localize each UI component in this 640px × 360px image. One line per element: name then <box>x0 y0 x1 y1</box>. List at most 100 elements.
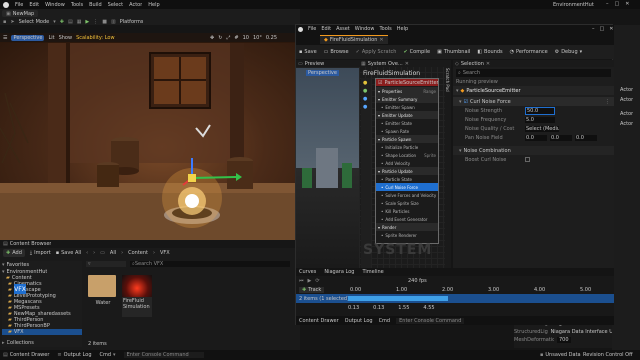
stack-row[interactable]: ▾ Properties Range <box>376 87 438 95</box>
add-button[interactable]: ✚ Add <box>3 249 25 257</box>
noise-quality-dropdown[interactable]: Select (Medium) <box>525 125 559 132</box>
save-all-button[interactable]: ▪ Save All <box>56 250 81 256</box>
thumbnail-button[interactable]: ▣ Thumbnail <box>437 49 470 55</box>
debug-button[interactable]: ⚙ Debug ▾ <box>555 49 582 55</box>
stack-row[interactable]: • Emitter Spawn <box>376 103 438 111</box>
viewport-perspective-button[interactable]: Perspective <box>11 34 45 41</box>
apply-scratch-button[interactable]: ✓ Apply Scratch <box>356 49 397 55</box>
niagara-save-button[interactable]: ▪ Save <box>299 49 317 55</box>
niagara-output-log[interactable]: Output Log <box>345 318 373 324</box>
niagara-log-tab[interactable]: Niagara Log <box>324 269 354 275</box>
angle-snap-value[interactable]: 10° <box>253 35 262 41</box>
back-icon[interactable]: ‹ <box>86 250 88 256</box>
add-actor-icon[interactable]: ✚ <box>60 19 64 25</box>
outliner-item[interactable]: Actor <box>620 97 633 103</box>
grid-snap-icon[interactable]: # <box>234 35 238 41</box>
close-icon[interactable]: ✕ <box>625 1 629 7</box>
content-browser-title[interactable]: Content Browser <box>10 241 52 247</box>
niagara-console-input[interactable]: Enter Console Command <box>396 317 465 324</box>
pan-y-input[interactable]: 0.0 <box>550 134 572 141</box>
stack-row[interactable]: • Spawn Rate <box>376 127 438 135</box>
selection-emitter-header[interactable]: ▾ ◆ ParticleSourceEmitter <box>453 86 614 95</box>
loop-icon[interactable]: ⟳ <box>315 278 319 284</box>
stack-row[interactable]: • Add Event Generator <box>376 215 438 223</box>
performance-button[interactable]: ◔ Performance <box>510 49 548 55</box>
niagara-content-drawer[interactable]: Content Drawer <box>299 318 339 324</box>
save-icon[interactable]: ▪ <box>3 19 6 25</box>
console-input[interactable]: Enter Console Command <box>123 352 204 358</box>
scale-snap-value[interactable]: 0.25 <box>266 35 277 41</box>
time-field[interactable]: 0.13 <box>373 305 384 311</box>
curves-tab[interactable]: Curves <box>299 269 316 275</box>
section-header[interactable]: ▾ Noise Combination <box>453 146 614 155</box>
selection-search-input[interactable]: ⌕ Search <box>456 69 611 77</box>
platforms-button[interactable]: Platforms <box>120 19 144 25</box>
select-mode-button[interactable]: Select Mode <box>19 19 50 25</box>
level-viewport[interactable] <box>0 33 295 240</box>
menu-file[interactable]: File <box>15 2 23 8</box>
niagara-menu-asset[interactable]: Asset <box>336 26 350 32</box>
module-header[interactable]: ▾ ☑ Curl Noise Force ⋮ <box>453 97 614 106</box>
noise-frequency-input[interactable]: 5.0 <box>525 116 555 123</box>
stack-row[interactable]: ▾ Render <box>376 223 438 231</box>
blueprint-icon[interactable]: ▤ <box>68 19 73 25</box>
play-icon[interactable]: ⏮ <box>299 278 304 284</box>
preview-viewport[interactable]: Perspective <box>296 68 359 268</box>
level-tab[interactable]: ▣ NewMap <box>2 10 39 17</box>
stop-icon[interactable]: ■ <box>102 19 107 25</box>
asset-search-input[interactable]: ⌕ Search VFX <box>130 261 290 267</box>
fps-dropdown[interactable]: 240 fps <box>408 278 427 284</box>
preview-perspective-button[interactable]: Perspective <box>306 70 339 76</box>
menu-help[interactable]: Help <box>148 2 159 8</box>
menu-tools[interactable]: Tools <box>71 2 83 8</box>
details-value[interactable]: 700 <box>557 337 571 343</box>
forward-icon[interactable]: › <box>93 250 95 256</box>
niagara-menu-edit[interactable]: Edit <box>321 26 331 32</box>
viewport-scalability-warning[interactable]: Scalability: Low <box>76 35 114 41</box>
selection-tab[interactable]: Selection <box>461 61 484 67</box>
viewport-menu-icon[interactable]: ☰ <box>3 35 7 41</box>
cmd-button[interactable]: Cmd ▾ <box>100 352 116 358</box>
breadcrumb-content[interactable]: Content <box>128 250 148 256</box>
menu-build[interactable]: Build <box>89 2 102 8</box>
stack-row[interactable]: • Kill Particles <box>376 207 438 215</box>
stack-row[interactable]: ▾ Emitter Update <box>376 111 438 119</box>
pan-x-input[interactable]: 0.0 <box>525 134 547 141</box>
niagara-menu-tools[interactable]: Tools <box>379 26 391 32</box>
content-drawer-button[interactable]: ▤ Content Drawer <box>3 352 49 358</box>
viewport-lit-button[interactable]: Lit <box>48 35 54 41</box>
scratch-pad-collapsed[interactable]: Scratch Pad <box>445 60 451 268</box>
tree-root[interactable]: EnvironmentHut <box>7 269 48 275</box>
unreal-logo-icon[interactable] <box>3 1 9 8</box>
module-enable-icon[interactable]: ☑ <box>464 99 468 105</box>
maximize-icon[interactable]: □ <box>600 26 605 32</box>
niagara-cmd[interactable]: Cmd <box>379 318 391 324</box>
menu-window[interactable]: Window <box>45 2 65 8</box>
breadcrumb-all[interactable]: All <box>110 250 116 256</box>
niagara-menu-window[interactable]: Window <box>355 26 375 32</box>
time-field[interactable]: 1.55 <box>398 305 409 311</box>
output-log-button[interactable]: ≡ Output Log <box>57 352 91 358</box>
stack-row[interactable]: ▾ Particle Spawn <box>376 135 438 143</box>
stack-row[interactable]: • Initialize Particle <box>376 143 438 151</box>
collections-label[interactable]: Collections <box>7 340 34 346</box>
translate-icon[interactable]: ✥ <box>210 35 214 41</box>
menu-select[interactable]: Select <box>108 2 123 8</box>
scale-icon[interactable]: ⤢ <box>226 35 230 41</box>
bounds-button[interactable]: ◧ Bounds <box>477 49 502 55</box>
stack-row[interactable]: • Scale Sprite Size <box>376 199 438 207</box>
tab-close-icon[interactable]: ✕ <box>379 37 383 43</box>
boost-curl-checkbox[interactable] <box>525 157 530 162</box>
emitter-node[interactable]: ☑ ParticleSourceEmitter ▾ Properties Range… <box>375 78 439 244</box>
tab-close-icon[interactable]: ✕ <box>405 61 409 67</box>
favorites-label[interactable]: Favorites <box>7 262 30 268</box>
stack-row[interactable]: • Particle State <box>376 175 438 183</box>
maximize-icon[interactable]: □ <box>615 1 620 7</box>
details-value[interactable]: Niagara Data Interface UserS <box>551 329 612 335</box>
play-icon[interactable]: ▶ <box>308 278 312 284</box>
stack-row[interactable]: • Shape Location Sprite <box>376 151 438 159</box>
viewport-show-button[interactable]: Show <box>59 35 73 41</box>
stack-row[interactable]: • Emitter State <box>376 119 438 127</box>
filter-button[interactable]: ▿ <box>86 261 126 267</box>
stack-row[interactable]: • Sprite Renderer <box>376 231 438 239</box>
